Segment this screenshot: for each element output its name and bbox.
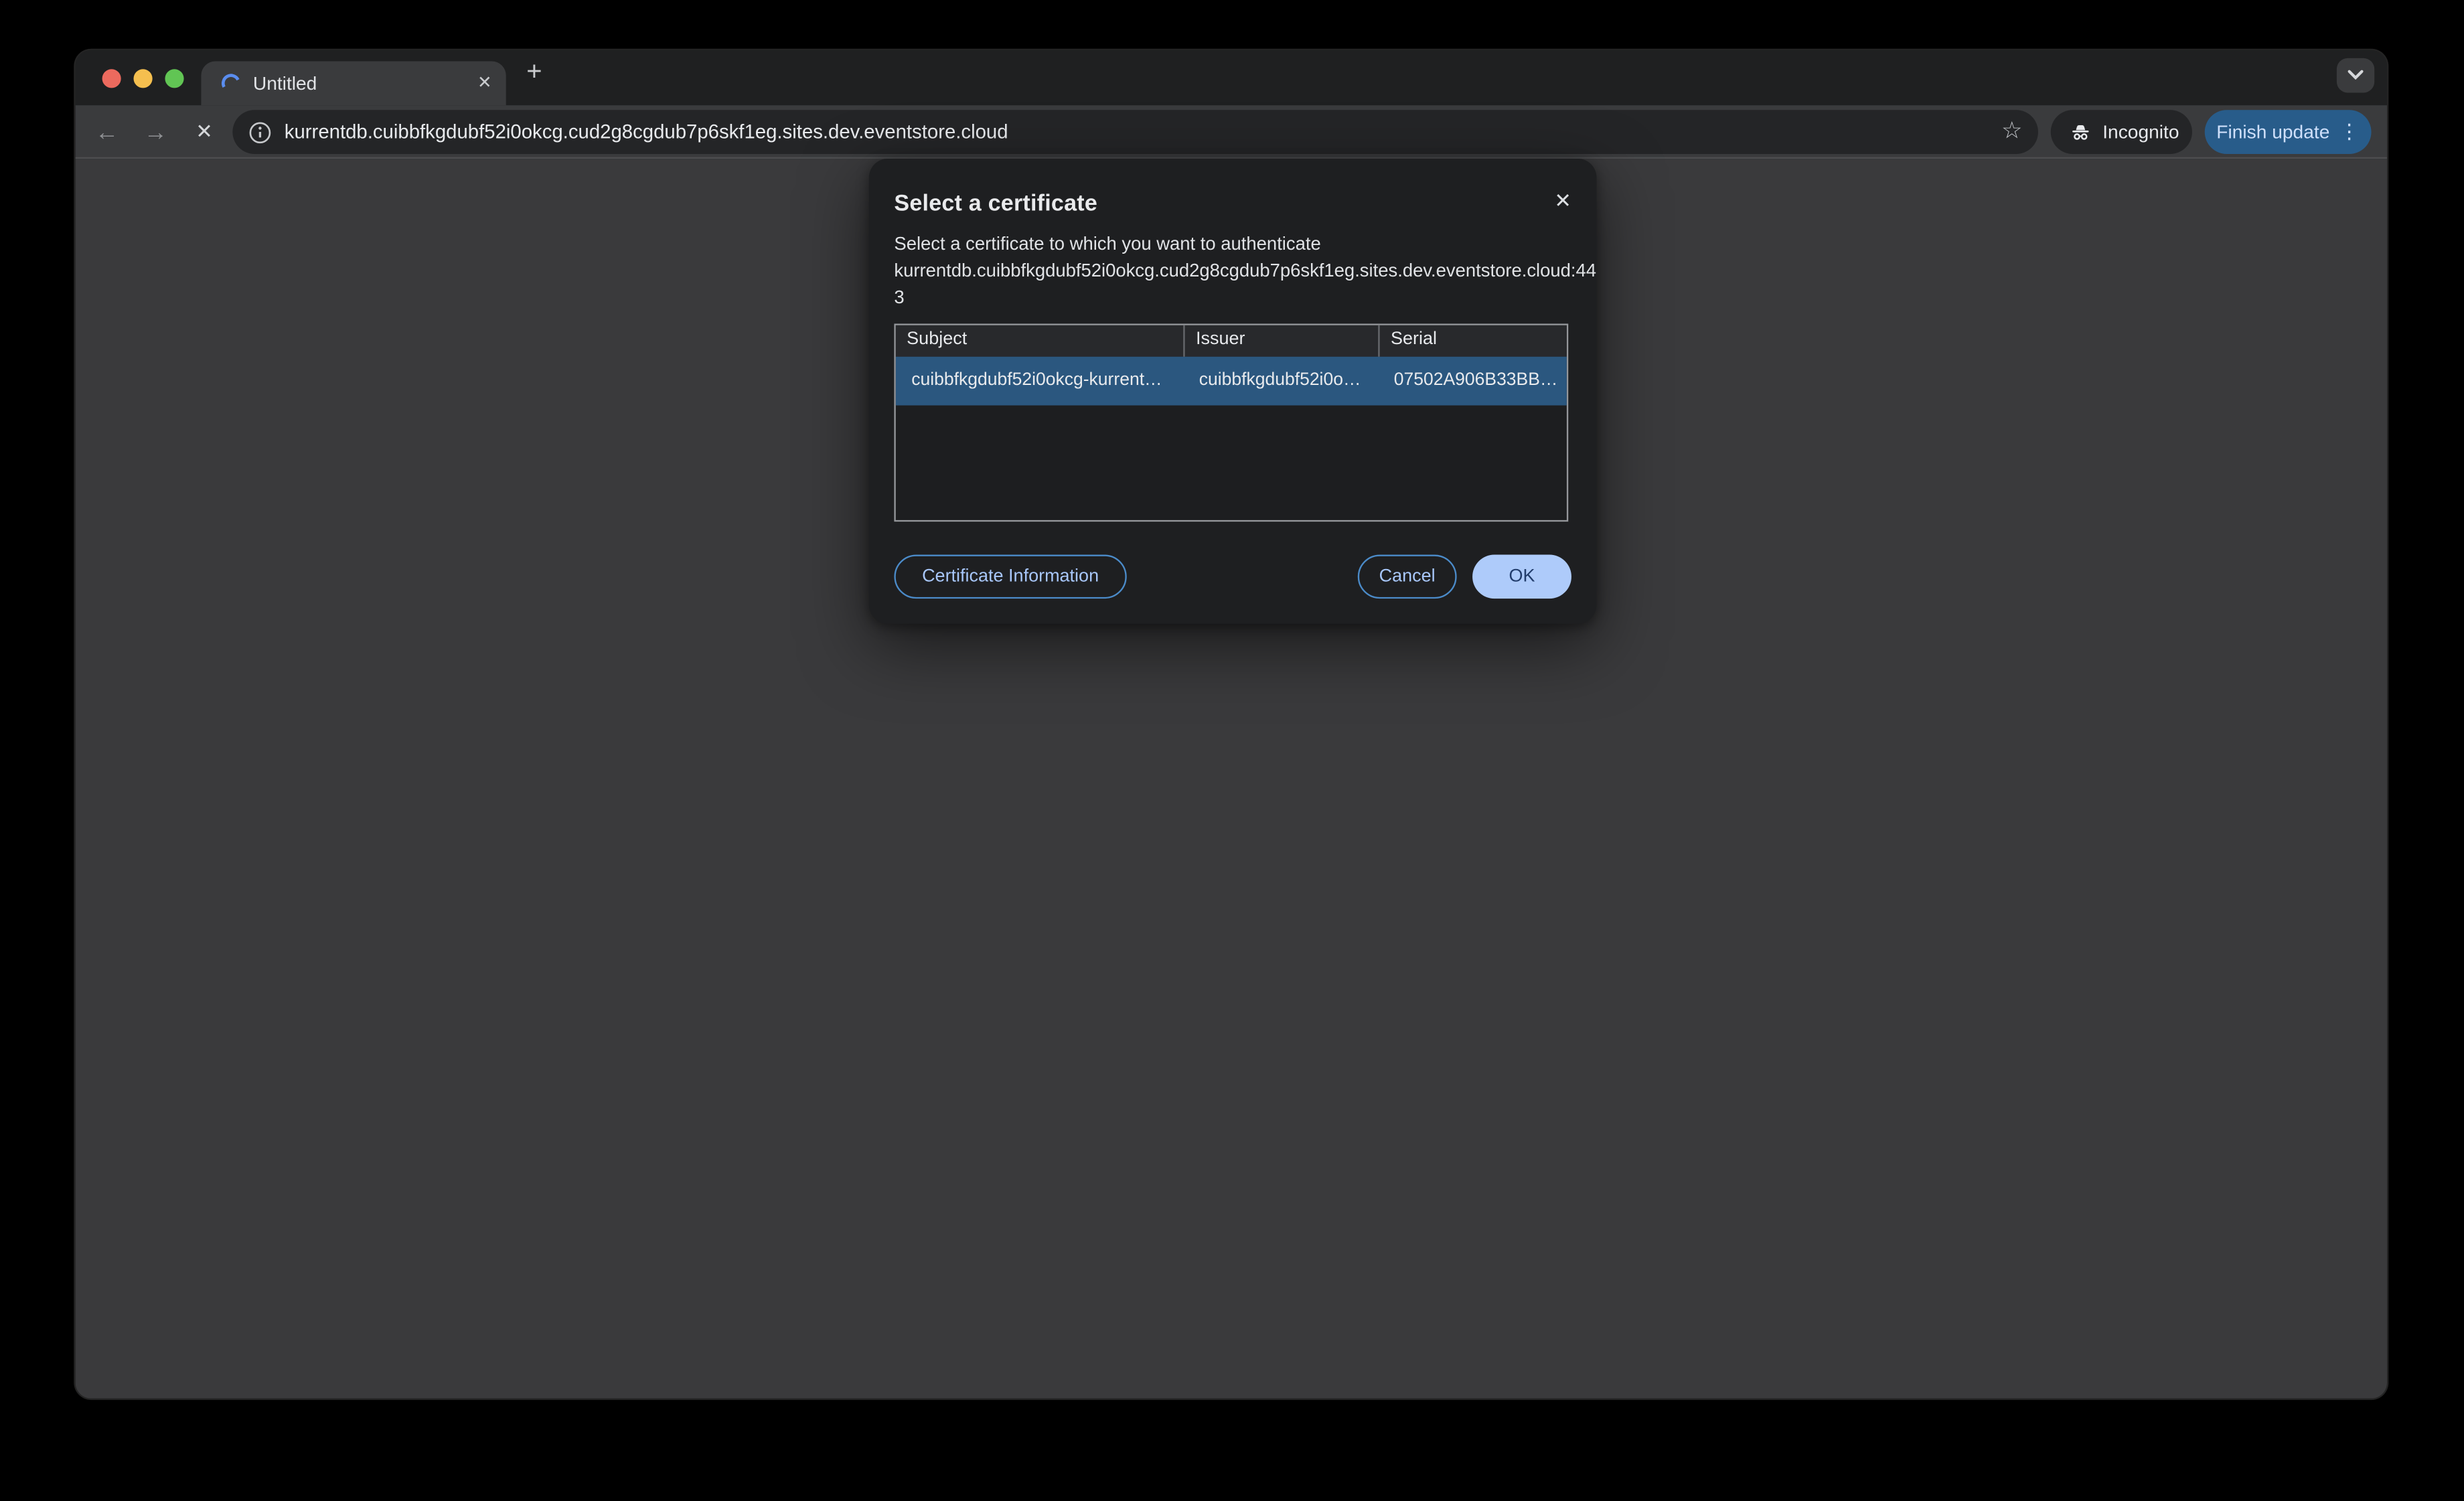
traffic-lights: [102, 69, 184, 88]
cell-issuer: cuibbfkgdubf52i0o…: [1199, 370, 1361, 390]
tab-untitled[interactable]: Untitled ✕: [201, 61, 506, 106]
certificate-row-selected[interactable]: cuibbfkgdubf52i0okcg-kurrent… cuibbfkgdu…: [895, 356, 1567, 406]
column-header-subject: Subject: [907, 329, 968, 349]
incognito-icon: [2072, 125, 2089, 140]
cell-serial: 07502A906B33BB…: [1393, 370, 1558, 390]
select-certificate-dialog: Select a certificate ✕ Select a certific…: [868, 159, 1597, 624]
stage: Untitled ✕ + ← → ✕ kurrentdb.cuibbfkgdub…: [0, 0, 2464, 1501]
dialog-description-line: 3: [894, 287, 905, 309]
tab-strip: Untitled ✕ +: [75, 50, 2388, 106]
finish-update-label: Finish update: [2216, 121, 2330, 143]
toolbar: ← → ✕ kurrentdb.cuibbfkgdubf52i0okcg.cud…: [75, 105, 2388, 159]
incognito-label: Incognito: [2102, 121, 2179, 143]
site-info-icon[interactable]: [248, 121, 272, 152]
forward-button[interactable]: →: [135, 105, 176, 159]
screen: Untitled ✕ + ← → ✕ kurrentdb.cuibbfkgdub…: [0, 0, 2464, 1501]
certificate-table: Subject Issuer Serial cuibbfkgdubf52i0ok…: [894, 323, 1569, 522]
back-button[interactable]: ←: [86, 105, 127, 159]
tab-close-icon[interactable]: ✕: [477, 72, 492, 92]
ok-button[interactable]: OK: [1472, 554, 1571, 599]
cancel-button[interactable]: Cancel: [1357, 554, 1457, 599]
close-window-button[interactable]: [102, 69, 121, 88]
dialog-close-icon[interactable]: ✕: [1554, 189, 1571, 214]
tab-search-button[interactable]: [2336, 58, 2375, 93]
certificate-table-header: Subject Issuer Serial: [895, 325, 1567, 357]
dialog-description-line: kurrentdb.cuibbfkgdubf52i0okcg.cud2g8cgd…: [894, 260, 1597, 282]
column-header-serial: Serial: [1378, 325, 1567, 357]
minimize-window-button[interactable]: [133, 69, 153, 88]
url-text: kurrentdb.cuibbfkgdubf52i0okcg.cud2g8cgd…: [284, 120, 1008, 143]
certificate-information-button[interactable]: Certificate Information: [894, 554, 1127, 599]
bookmark-star-icon[interactable]: ☆: [2001, 118, 2023, 146]
address-bar[interactable]: kurrentdb.cuibbfkgdubf52i0okcg.cud2g8cgd…: [232, 110, 2038, 155]
loading-spinner-icon: [219, 71, 243, 96]
stop-loading-button[interactable]: ✕: [184, 105, 225, 159]
browser-window: Untitled ✕ + ← → ✕ kurrentdb.cuibbfkgdub…: [75, 50, 2388, 1399]
zoom-window-button[interactable]: [165, 69, 184, 88]
menu-dots-icon[interactable]: ⋮: [2339, 119, 2360, 145]
cell-subject: cuibbfkgdubf52i0okcg-kurrent…: [911, 370, 1162, 390]
dialog-description-line: Select a certificate to which you want t…: [894, 234, 1321, 255]
dialog-title: Select a certificate: [894, 191, 1098, 217]
column-header-issuer: Issuer: [1183, 325, 1378, 357]
chevron-down-icon: [2347, 70, 2364, 80]
incognito-badge: Incognito: [2050, 110, 2192, 155]
tab-title: Untitled: [252, 72, 317, 94]
finish-update-button[interactable]: Finish update ⋮: [2204, 110, 2372, 155]
new-tab-button[interactable]: +: [526, 56, 542, 88]
